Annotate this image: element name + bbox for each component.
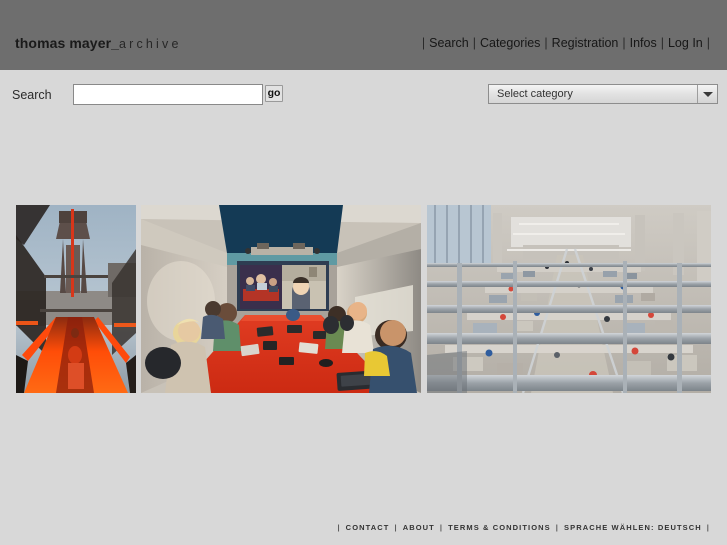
site-footer: | CONTACT | ABOUT | TERMS & CONDITIONS | SPRACH…	[0, 519, 727, 545]
nav-separator: |	[622, 36, 626, 50]
nav-item-log-in[interactable]: Log In	[668, 36, 703, 50]
chevron-down-icon	[702, 92, 713, 97]
category-select-value: Select category	[497, 88, 573, 100]
footer-item-contact[interactable]: CONTACT	[346, 523, 390, 532]
nav-separator: |	[421, 36, 426, 50]
search-label: Search	[12, 88, 52, 102]
video-conference-room-graphic	[141, 205, 421, 393]
footer-links: | CONTACT | ABOUT | TERMS & CONDITIONS | SPRACH…	[332, 524, 715, 532]
nav-separator: |	[544, 36, 548, 50]
nav-item-search[interactable]: Search	[429, 36, 469, 50]
nav-item-categories[interactable]: Categories	[480, 36, 540, 50]
footer-item-language-switch[interactable]: SPRACHE WÄHLEN: DEUTSCH	[564, 523, 702, 532]
gallery-image-zollverein-escalator[interactable]	[16, 205, 136, 393]
logo-primary-text: thomas mayer	[15, 35, 112, 51]
logo-underscore: _	[111, 35, 119, 51]
logo-secondary-text: archive	[118, 37, 182, 51]
nav-separator: |	[660, 36, 664, 50]
footer-item-terms-and-conditions[interactable]: TERMS & CONDITIONS	[448, 523, 551, 532]
footer-separator: |	[706, 523, 710, 532]
zollverein-escalator-graphic	[16, 205, 136, 393]
category-select-toggle[interactable]	[697, 85, 717, 103]
gallery-image-video-conference-room[interactable]	[141, 205, 421, 393]
gallery-image-factory-floor-overview[interactable]	[427, 205, 711, 393]
site-logo[interactable]: thomas mayer_archive	[15, 36, 182, 52]
footer-separator: |	[555, 523, 559, 532]
category-select[interactable]: Select category	[488, 84, 718, 104]
footer-item-about[interactable]: ABOUT	[403, 523, 435, 532]
nav-separator: |	[472, 36, 476, 50]
main-navigation: | Search | Categories | Registration | Infos | Lo…	[418, 37, 714, 50]
site-header: thomas mayer_archive | Search | Categories |…	[0, 0, 727, 70]
footer-separator: |	[439, 523, 444, 532]
nav-item-infos[interactable]: Infos	[630, 36, 657, 50]
footer-separator: |	[394, 523, 398, 532]
nav-item-registration[interactable]: Registration	[552, 36, 619, 50]
search-go-button[interactable]: go	[265, 85, 283, 102]
search-input[interactable]	[73, 84, 263, 105]
footer-separator: |	[337, 523, 341, 532]
featured-image-gallery	[0, 205, 727, 393]
factory-floor-graphic	[427, 205, 711, 393]
nav-separator: |	[706, 36, 710, 50]
